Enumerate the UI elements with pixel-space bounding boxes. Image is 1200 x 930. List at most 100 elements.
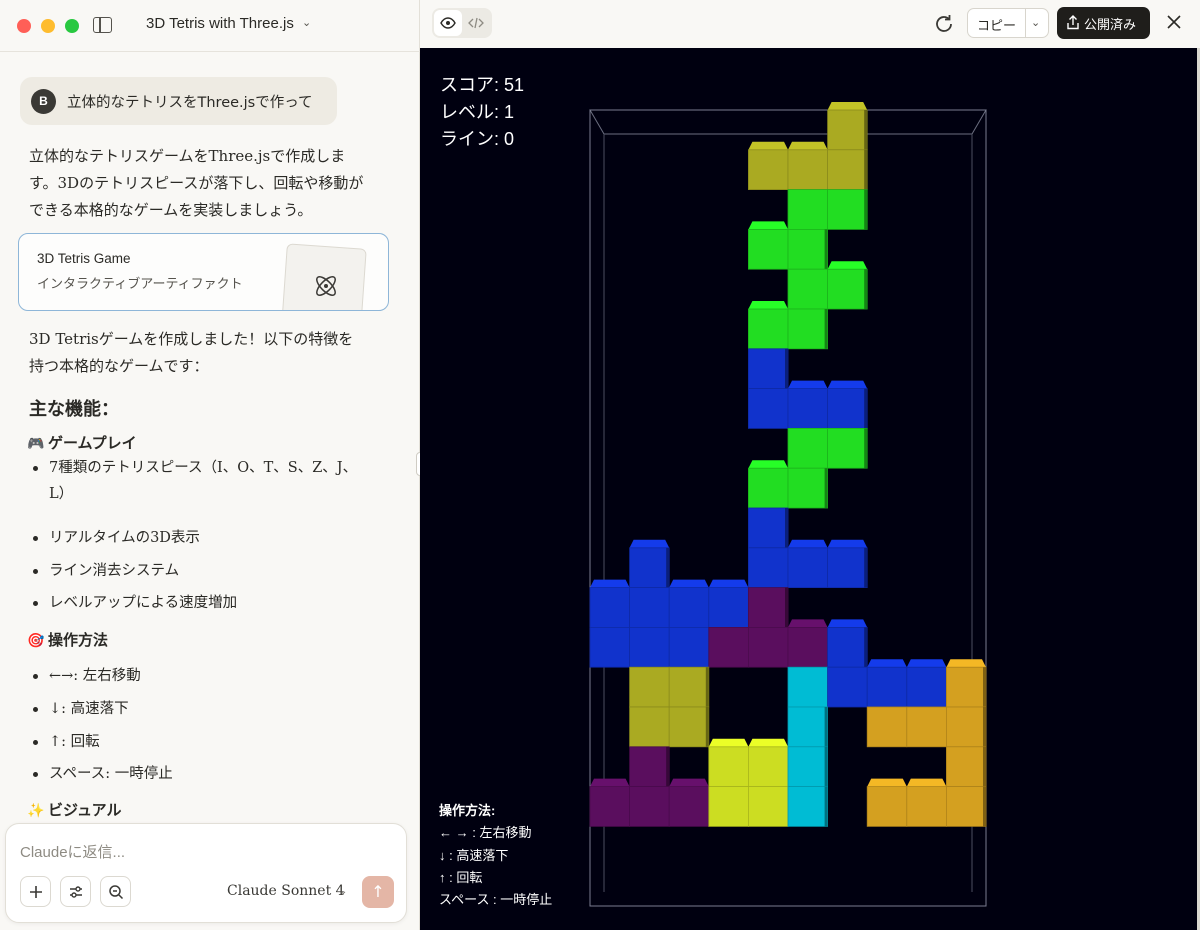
list-item-text: ↑: 回転 (49, 734, 100, 750)
tetromino-block (946, 666, 987, 708)
tetromino-block-side (864, 149, 868, 190)
close-window-button[interactable] (17, 19, 31, 33)
tetromino-block (589, 627, 630, 668)
tetromino-block (589, 587, 630, 628)
tetromino-block-side (705, 707, 709, 747)
close-icon[interactable] (1165, 13, 1183, 31)
atom-icon (316, 276, 336, 296)
game-canvas[interactable]: スコア: 51 レベル: 1 ライン: 0 操作方法: ← → : 左右移動 ↓… (420, 48, 1197, 930)
tetromino-block (747, 348, 789, 389)
code-tab[interactable] (462, 10, 490, 36)
user-message: B 立体的なテトリスをThree.jsで作って (20, 77, 337, 125)
tetromino-block-side (824, 746, 828, 787)
artifact-card[interactable]: 3D Tetris Game インタラクティブアーティファクト (18, 233, 389, 311)
tetromino-block-top (748, 221, 788, 230)
artifact-toolbar: コピー ⌄ 公開済み (420, 0, 1200, 48)
tetromino-block (629, 547, 670, 588)
tetromino-block (906, 706, 947, 748)
copy-button[interactable]: コピー (977, 15, 1016, 34)
sparkles-icon: ✨ (27, 803, 45, 819)
search-icon (109, 885, 124, 900)
tetromino-block (747, 308, 789, 350)
tetromino-block (866, 706, 908, 748)
tetromino-block (827, 189, 868, 230)
tetromino-block (946, 786, 987, 827)
tetromino-block-top (788, 539, 828, 548)
refresh-icon[interactable] (932, 12, 956, 36)
tetromino-block-side (864, 428, 868, 469)
tetromino-block (787, 308, 828, 350)
add-button[interactable] (20, 876, 51, 907)
list-item-text: リアルタイムの3D表示 (49, 530, 200, 546)
tetromino-block (906, 786, 947, 827)
list-item: 7種類のテトリスピース（I、O、T、S、Z、J、L） (33, 455, 363, 507)
tetromino-block-top (906, 659, 947, 668)
game-controller-icon: 🎮 (27, 436, 45, 452)
tools-button[interactable] (60, 876, 91, 907)
list-item: ↑: 回転 (33, 729, 363, 755)
list-item: ←→: 左右移動 (33, 663, 363, 689)
assistant-intro: 立体的なテトリスゲームをThree.jsで作成します。3Dのテトリスピースが落下… (29, 147, 364, 219)
level-display: レベル: 1 (440, 102, 515, 122)
tetromino-block-side (864, 627, 868, 668)
research-button[interactable] (100, 876, 131, 907)
preview-tab[interactable] (434, 10, 462, 36)
tetromino-block (747, 587, 789, 628)
section-title: ゲームプレイ (48, 434, 137, 452)
maximize-window-button[interactable] (65, 19, 79, 33)
tetromino-block (827, 666, 868, 708)
tetromino-block-top (827, 261, 868, 270)
tetromino-block-top (827, 619, 868, 628)
tetromino-block (827, 109, 868, 151)
tetromino-block (787, 228, 828, 270)
tetromino-block-top (669, 579, 709, 588)
control-hint: ← → : 左右移動 (439, 825, 532, 840)
tetromino-block (827, 149, 868, 191)
plus-icon (30, 886, 42, 898)
model-selector[interactable]: Claude Sonnet 4 (227, 883, 345, 899)
sidebar-toggle-icon[interactable] (93, 17, 112, 33)
tetromino-block (787, 786, 828, 827)
view-toggle (432, 8, 492, 38)
tetromino-block (747, 627, 789, 668)
chat-title[interactable]: 3D Tetris with Three.js (146, 15, 294, 32)
reply-input[interactable]: Claudeに返信... (20, 841, 125, 862)
chevron-down-icon[interactable]: ⌄ (339, 886, 347, 897)
tetromino-block-side (983, 746, 986, 787)
publish-button[interactable]: 公開済み (1057, 7, 1150, 39)
score-display: スコア: 51 (440, 75, 525, 95)
tetromino-block-top (867, 778, 907, 787)
tetromino-block (747, 746, 789, 787)
list-item-text: スペース: 一時停止 (49, 766, 173, 782)
title-bar: 3D Tetris with Three.js ⌄ (0, 0, 420, 52)
tetromino-block (787, 467, 828, 509)
tetromino-block (629, 746, 670, 787)
tetromino-block-side (705, 667, 709, 707)
tetromino-block (906, 666, 947, 708)
tetromino-block-side (864, 110, 868, 150)
tetromino-block (946, 746, 987, 787)
chevron-down-icon[interactable]: ⌄ (1031, 16, 1040, 29)
tetromino-block-top (827, 102, 868, 110)
tetromino-block (827, 427, 868, 469)
divider (1025, 9, 1026, 37)
eye-icon (440, 17, 456, 29)
user-message-text: 立体的なテトリスをThree.jsで作って (67, 95, 313, 111)
assistant-summary: 3D Tetrisゲームを作成しました！以下の特徴を持つ本格的なゲームです： (29, 330, 354, 375)
conversation[interactable]: B 立体的なテトリスをThree.jsで作って 立体的なテトリスゲームをThre… (0, 52, 420, 822)
tetromino-block-side (983, 707, 986, 747)
minimize-window-button[interactable] (41, 19, 55, 33)
composer: Claudeに返信... Claude Sonnet 4 ⌄ ↑ (5, 823, 407, 923)
tetromino-block-top (867, 659, 907, 668)
tetromino-block-top (748, 460, 788, 469)
tetromino-block (668, 587, 710, 628)
list-item-text: ↓: 高速落下 (49, 701, 129, 717)
tetromino-block-side (824, 786, 828, 827)
chevron-down-icon[interactable]: ⌄ (302, 16, 311, 29)
tetromino-block-top (629, 539, 670, 548)
tetromino-block (747, 507, 789, 549)
tetromino-block-top (906, 778, 947, 787)
send-button[interactable]: ↑ (362, 876, 394, 908)
tetromino-block-top (827, 539, 868, 548)
list-item-text: ライン消去システム (49, 563, 180, 579)
